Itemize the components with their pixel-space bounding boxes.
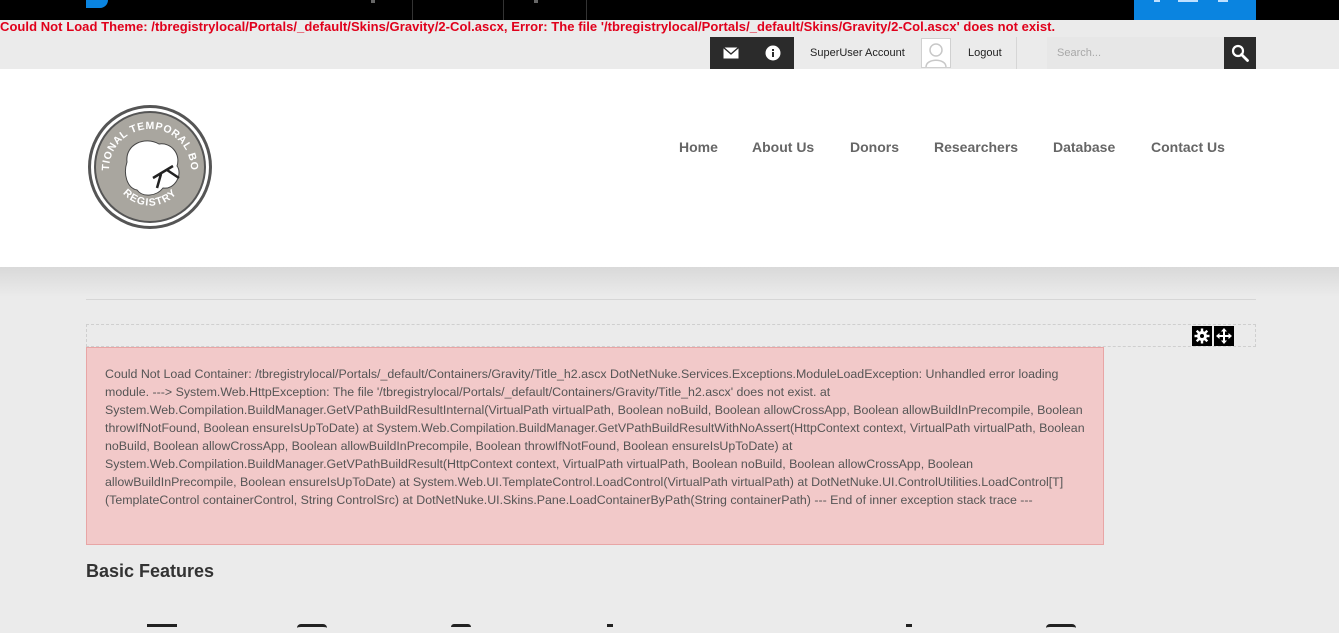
user-bar-divider	[1016, 37, 1017, 69]
pane-move-button[interactable]	[1214, 326, 1234, 346]
control-bar	[0, 0, 1339, 20]
logout-link[interactable]: Logout	[968, 37, 1002, 69]
search-button[interactable]	[1224, 37, 1256, 69]
content-pane[interactable]	[86, 324, 1256, 347]
avatar-placeholder-icon	[925, 43, 947, 67]
feature-icon	[906, 624, 912, 633]
feature-icon	[451, 624, 471, 633]
user-bar: SuperUser Account Logout	[0, 37, 1339, 69]
gear-icon	[1194, 328, 1210, 344]
container-error-message: Could Not Load Container: /tbregistryloc…	[86, 347, 1104, 545]
feature-icon	[147, 624, 177, 633]
feature-icon	[607, 624, 613, 633]
nav-database[interactable]: Database	[1053, 138, 1115, 156]
control-bar-divider	[586, 0, 587, 20]
pane-settings-button[interactable]	[1192, 326, 1212, 346]
notifications-button[interactable]	[752, 37, 794, 69]
user-account-link[interactable]: SuperUser Account	[810, 37, 905, 69]
nav-home[interactable]: Home	[679, 138, 718, 156]
content-divider	[86, 299, 1256, 300]
control-bar-fragment	[534, 0, 538, 3]
header-shadow	[0, 267, 1339, 297]
site-logo[interactable]: NATIONAL TEMPORAL BONE REGISTRY	[87, 104, 213, 230]
envelope-icon	[723, 47, 739, 59]
feature-icon	[1046, 624, 1076, 633]
nav-about-us[interactable]: About Us	[752, 138, 814, 156]
section-title: Basic Features	[86, 561, 215, 581]
nav-donors[interactable]: Donors	[850, 138, 899, 156]
control-bar-divider	[412, 0, 413, 20]
search-icon	[1231, 44, 1249, 62]
nav-researchers[interactable]: Researchers	[934, 138, 1018, 156]
feature-icon	[297, 624, 327, 633]
control-bar-divider	[503, 0, 504, 20]
search-input[interactable]	[1047, 37, 1224, 69]
avatar[interactable]	[921, 38, 951, 68]
move-icon	[1216, 328, 1232, 344]
info-icon	[765, 45, 781, 61]
control-bar-button[interactable]	[1134, 0, 1256, 20]
nav-contact-us[interactable]: Contact Us	[1151, 138, 1225, 156]
control-bar-fragment	[371, 0, 375, 3]
site-header: NATIONAL TEMPORAL BONE REGISTRY Home Abo…	[0, 69, 1339, 267]
messages-button[interactable]	[710, 37, 752, 69]
theme-error-message: Could Not Load Theme: /tbregistrylocal/P…	[0, 19, 1056, 34]
dnn-logo[interactable]	[86, 0, 108, 8]
